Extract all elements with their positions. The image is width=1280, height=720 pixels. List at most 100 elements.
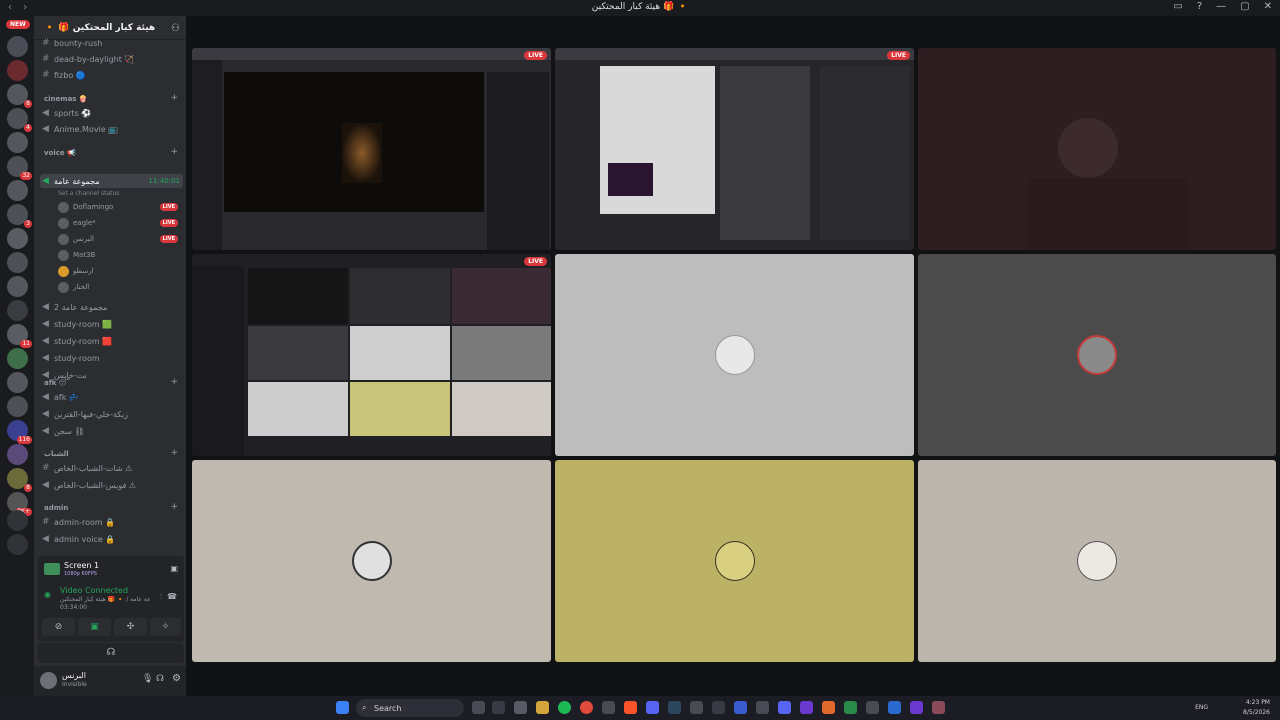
- popout-icon[interactable]: ▣: [170, 564, 178, 573]
- discord-icon[interactable]: [646, 701, 659, 714]
- app-icon[interactable]: [932, 701, 945, 714]
- settings-icon[interactable]: ⚙: [172, 673, 181, 684]
- server-icon[interactable]: [7, 348, 28, 369]
- text-channel[interactable]: # bounty-rush: [42, 36, 180, 50]
- participant-tile[interactable]: [555, 460, 914, 662]
- connected-channel[interactable]: مجموعة عامة / 🔸 🎁 هيئة كبار المحتكين: [60, 596, 150, 603]
- task-view-icon[interactable]: [472, 701, 485, 714]
- add-channel-icon[interactable]: +: [170, 377, 178, 387]
- file-explorer-icon[interactable]: [536, 701, 549, 714]
- activities-button[interactable]: ✣: [114, 618, 147, 636]
- start-icon[interactable]: [336, 701, 349, 714]
- server-icon[interactable]: [7, 276, 28, 297]
- category-admin[interactable]: admin: [44, 504, 68, 512]
- server-icon[interactable]: [7, 228, 28, 249]
- maximize-button[interactable]: ▢: [1240, 1, 1249, 12]
- app-icon[interactable]: [690, 701, 703, 714]
- server-icon[interactable]: 4: [7, 108, 32, 132]
- voice-channel[interactable]: ◀ sports ⚽: [42, 106, 180, 120]
- voice-channel[interactable]: ◀ admin voice 🔒: [42, 532, 180, 546]
- server-icon[interactable]: [7, 372, 28, 393]
- screen-share-grid[interactable]: LIVE: [192, 254, 551, 456]
- brave-icon[interactable]: [624, 701, 637, 714]
- app-icon[interactable]: [910, 701, 923, 714]
- screen-share-game[interactable]: LIVE: [192, 48, 551, 250]
- voice-user[interactable]: الخنار: [58, 280, 178, 294]
- app-icon[interactable]: [734, 701, 747, 714]
- app-icon[interactable]: [756, 701, 769, 714]
- discover-icon[interactable]: [7, 534, 28, 555]
- add-channel-icon[interactable]: +: [170, 147, 178, 157]
- server-icon[interactable]: [7, 300, 28, 321]
- steam-icon[interactable]: [668, 701, 681, 714]
- add-server-icon[interactable]: [7, 510, 28, 531]
- app-icon[interactable]: [866, 701, 879, 714]
- noise-icon[interactable]: ⫶: [160, 592, 162, 602]
- disconnect-icon[interactable]: ☎: [167, 592, 177, 601]
- voice-channel[interactable]: ◀ study-room 🟥: [42, 334, 180, 348]
- server-icon[interactable]: [7, 396, 28, 417]
- text-channel[interactable]: # fizbo 🔵: [42, 68, 180, 82]
- server-icon[interactable]: [7, 444, 28, 465]
- screen-share-browser[interactable]: LIVE: [555, 48, 914, 250]
- voice-user[interactable]: eagle* LIVE: [58, 216, 178, 230]
- category-youth[interactable]: الشباب: [44, 450, 69, 458]
- voice-channel[interactable]: ◀ زيكة-خلي-فيها-القترين: [42, 407, 180, 421]
- text-channel[interactable]: # admin-room 🔒: [42, 515, 180, 529]
- server-icon[interactable]: 116: [7, 420, 32, 444]
- text-channel[interactable]: # شات-الشباب-الخاص ⚠: [42, 461, 180, 475]
- chrome-icon[interactable]: [580, 701, 593, 714]
- voice-user[interactable]: Doflamingo LIVE: [58, 200, 178, 214]
- soundboard-button[interactable]: ✧: [150, 618, 181, 636]
- server-icon[interactable]: [7, 36, 28, 57]
- microphone-icon[interactable]: 🎙: [142, 674, 153, 684]
- invite-icon[interactable]: ⚇: [171, 23, 180, 34]
- app-icon[interactable]: [712, 701, 725, 714]
- signal-icon[interactable]: ◉: [44, 590, 51, 599]
- camera-off-button[interactable]: ⊘: [42, 618, 75, 636]
- language-indicator[interactable]: ENG: [1195, 704, 1208, 711]
- taskbar-search[interactable]: ⌕ Search: [356, 699, 464, 717]
- server-icon[interactable]: [7, 252, 28, 273]
- participant-tile[interactable]: [192, 460, 551, 662]
- voice-channel[interactable]: ◀ فويس-الشباب-الخاص ⚠: [42, 478, 180, 492]
- participant-tile[interactable]: [918, 460, 1276, 662]
- app-icon[interactable]: [514, 701, 527, 714]
- server-icon[interactable]: 8: [7, 468, 32, 492]
- voice-channel[interactable]: ◀ study-room: [42, 351, 180, 365]
- add-channel-icon[interactable]: +: [170, 502, 178, 512]
- participant-tile[interactable]: [918, 254, 1276, 456]
- spotify-icon[interactable]: [558, 701, 571, 714]
- help-icon[interactable]: ?: [1197, 1, 1202, 12]
- system-clock[interactable]: 4:23 PM 8/5/2026: [1243, 698, 1270, 718]
- add-channel-icon[interactable]: +: [170, 93, 178, 103]
- voice-channel[interactable]: ◀ Anime.Movie 📺: [42, 122, 180, 136]
- category-cinemas[interactable]: cinemas 🍿: [44, 95, 88, 103]
- server-icon[interactable]: [7, 180, 28, 201]
- voice-user[interactable]: Mat3B: [58, 248, 178, 262]
- app-icon[interactable]: [492, 701, 505, 714]
- server-icon[interactable]: 3: [7, 204, 32, 228]
- voice-channel[interactable]: ◀ سجن ⛓: [42, 424, 180, 438]
- server-icon[interactable]: 32: [7, 156, 32, 180]
- voice-channel[interactable]: ◀ study-room 🟩: [42, 317, 180, 331]
- camera-feed[interactable]: [918, 48, 1276, 250]
- app-icon[interactable]: [888, 701, 901, 714]
- app-icon[interactable]: [778, 701, 791, 714]
- category-afk[interactable]: afk 😴: [44, 379, 70, 387]
- participant-tile[interactable]: [555, 254, 914, 456]
- voice-user[interactable]: ارسطو: [58, 264, 178, 278]
- inbox-icon[interactable]: ▭: [1173, 1, 1182, 12]
- minimize-button[interactable]: —: [1216, 1, 1226, 12]
- close-button[interactable]: ✕: [1264, 1, 1272, 12]
- screen-share-button[interactable]: ▣: [78, 618, 111, 636]
- channel-status[interactable]: Set a channel status: [58, 190, 119, 197]
- app-icon[interactable]: [800, 701, 813, 714]
- text-channel[interactable]: # dead-by-daylight 🏹: [42, 52, 180, 66]
- server-icon[interactable]: 11: [7, 324, 32, 348]
- server-icon[interactable]: [7, 60, 28, 81]
- app-icon[interactable]: [822, 701, 835, 714]
- app-icon[interactable]: [602, 701, 615, 714]
- voice-channel[interactable]: ◀ مجموعة عامة 2: [42, 300, 180, 314]
- server-icon[interactable]: 8: [7, 84, 32, 108]
